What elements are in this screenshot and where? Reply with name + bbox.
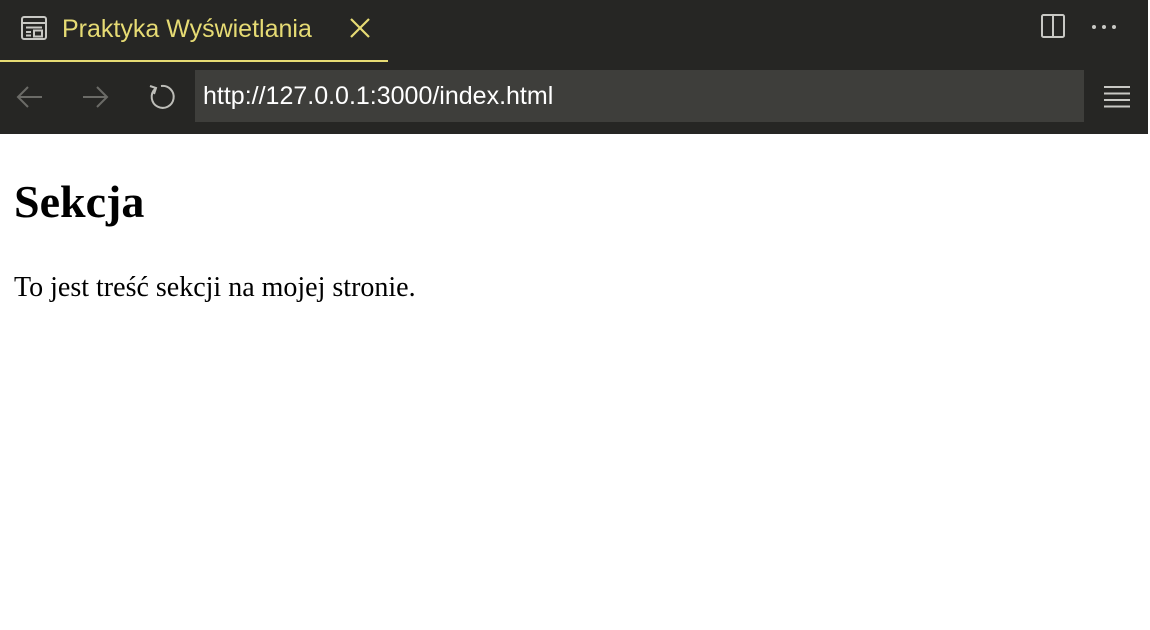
split-editor-icon[interactable] [1040,13,1066,39]
arrow-right-icon[interactable] [80,82,110,112]
url-input[interactable] [195,70,1084,122]
hamburger-menu-icon[interactable] [1102,84,1132,110]
page-paragraph: To jest treść sekcji na mojej stronie. [14,272,416,303]
page-viewport: Sekcja To jest treść sekcji na mojej str… [0,134,1150,630]
reload-icon[interactable] [146,82,176,112]
close-icon[interactable] [347,15,373,41]
tab-preview[interactable]: Praktyka Wyświetlania [0,0,388,62]
arrow-left-icon[interactable] [15,82,45,112]
address-bar [0,62,1150,134]
tab-title: Praktyka Wyświetlania [62,15,312,43]
preview-icon [21,16,47,40]
browser-preview-window: Praktyka Wyświetlania http://127.0.0.1:3… [0,0,1150,630]
more-actions-icon[interactable] [1090,14,1118,40]
page-heading: Sekcja [14,176,145,227]
tab-bar: Praktyka Wyświetlania [0,0,1150,62]
